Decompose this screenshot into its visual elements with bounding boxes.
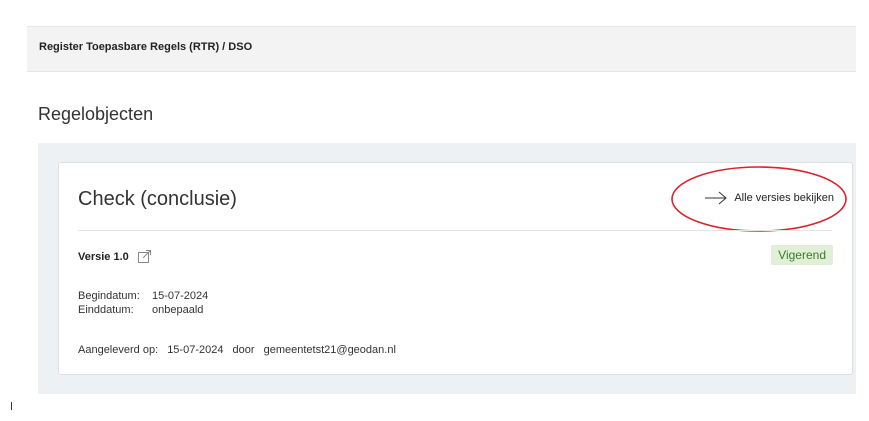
version-row: Versie 1.0	[78, 250, 151, 263]
top-bar: Register Toepasbare Regels (RTR) / DSO	[27, 26, 856, 72]
delivered-by-value: gemeentetst21@geodan.nl	[263, 344, 396, 356]
breadcrumb[interactable]: Register Toepasbare Regels (RTR) / DSO	[39, 41, 252, 53]
end-date-label: Einddatum:	[78, 304, 134, 316]
status-badge: Vigerend	[771, 245, 833, 265]
delivered-date: 15-07-2024	[167, 344, 224, 356]
delivered-info: Aangeleverd op: 15-07-2024 door gemeente…	[78, 344, 402, 356]
arrow-right-icon	[705, 191, 728, 205]
date-info: Begindatum: 15-07-2024 Einddatum: onbepa…	[78, 289, 208, 317]
delivered-label: Aangeleverd op:	[78, 344, 159, 356]
delivered-by-label: door	[232, 344, 255, 356]
version-label: Versie 1.0	[78, 250, 129, 263]
card-divider	[78, 230, 832, 231]
text-cursor	[11, 402, 12, 410]
card-title: Check (conclusie)	[78, 188, 237, 210]
start-date-row: Begindatum: 15-07-2024	[78, 289, 208, 303]
page-title: Regelobjecten	[38, 104, 154, 124]
end-date-row: Einddatum: onbepaald	[78, 303, 208, 317]
start-date-label: Begindatum:	[78, 290, 140, 302]
all-versions-link[interactable]: Alle versies bekijken	[704, 191, 834, 205]
external-link-icon[interactable]	[137, 250, 151, 263]
content-panel: Check (conclusie) Alle versies bekijken …	[38, 143, 856, 394]
all-versions-link-label: Alle versies bekijken	[734, 192, 834, 204]
start-date-value: 15-07-2024	[152, 290, 209, 302]
end-date-value: onbepaald	[152, 304, 204, 316]
rule-object-card: Check (conclusie) Alle versies bekijken …	[58, 162, 853, 375]
